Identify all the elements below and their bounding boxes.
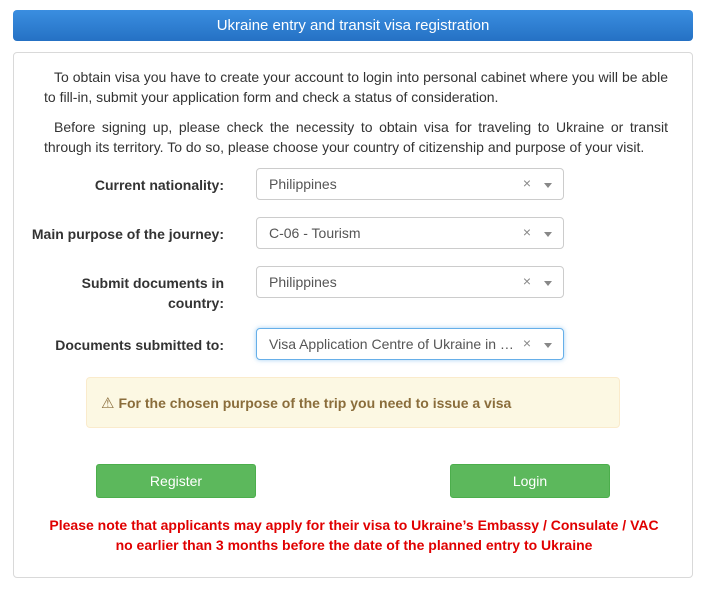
login-button[interactable]: Login	[450, 464, 610, 498]
clear-icon[interactable]: ×	[523, 273, 531, 289]
chevron-down-icon[interactable]	[544, 343, 552, 348]
clear-icon[interactable]: ×	[523, 175, 531, 191]
chevron-down-icon[interactable]	[544, 281, 552, 286]
intro-paragraph-1: To obtain visa you have to create your a…	[44, 69, 668, 105]
warning-triangle-icon: ⚠	[101, 394, 115, 412]
alert-text: For the chosen purpose of the trip you n…	[118, 394, 512, 411]
clear-icon[interactable]: ×	[523, 224, 531, 240]
nationality-label: Current nationality:	[94, 177, 224, 193]
submitted-to-select[interactable]: Visa Application Centre of Ukraine in Ma…	[256, 328, 564, 360]
submit-country-select[interactable]: Philippines ×	[256, 266, 564, 298]
page-title: Ukraine entry and transit visa registrat…	[216, 17, 490, 34]
purpose-value: C-06 - Tourism	[269, 225, 361, 241]
submit-country-label: Submit documents in country:	[81, 275, 224, 311]
purpose-select[interactable]: C-06 - Tourism ×	[256, 217, 564, 249]
chevron-down-icon[interactable]	[544, 232, 552, 237]
visa-required-alert: ⚠ For the chosen purpose of the trip you…	[86, 377, 620, 428]
intro-paragraph-2: Before signing up, please check the nece…	[44, 119, 668, 155]
clear-icon[interactable]: ×	[523, 335, 531, 351]
page-header: Ukraine entry and transit visa registrat…	[13, 10, 693, 41]
nationality-value: Philippines	[269, 176, 337, 192]
registration-panel: To obtain visa you have to create your a…	[13, 52, 693, 578]
note-line-1: Please note that applicants may apply fo…	[49, 517, 659, 533]
application-timing-note: Please note that applicants may apply fo…	[24, 515, 684, 555]
submitted-to-label: Documents submitted to:	[55, 337, 224, 353]
register-button[interactable]: Register	[96, 464, 256, 498]
purpose-label: Main purpose of the journey:	[31, 226, 224, 242]
nationality-select[interactable]: Philippines ×	[256, 168, 564, 200]
submitted-to-value: Visa Application Centre of Ukraine in Ma…	[269, 336, 517, 352]
chevron-down-icon[interactable]	[544, 183, 552, 188]
note-line-2: no earlier than 3 months before the date…	[115, 537, 593, 553]
submit-country-value: Philippines	[269, 274, 337, 290]
